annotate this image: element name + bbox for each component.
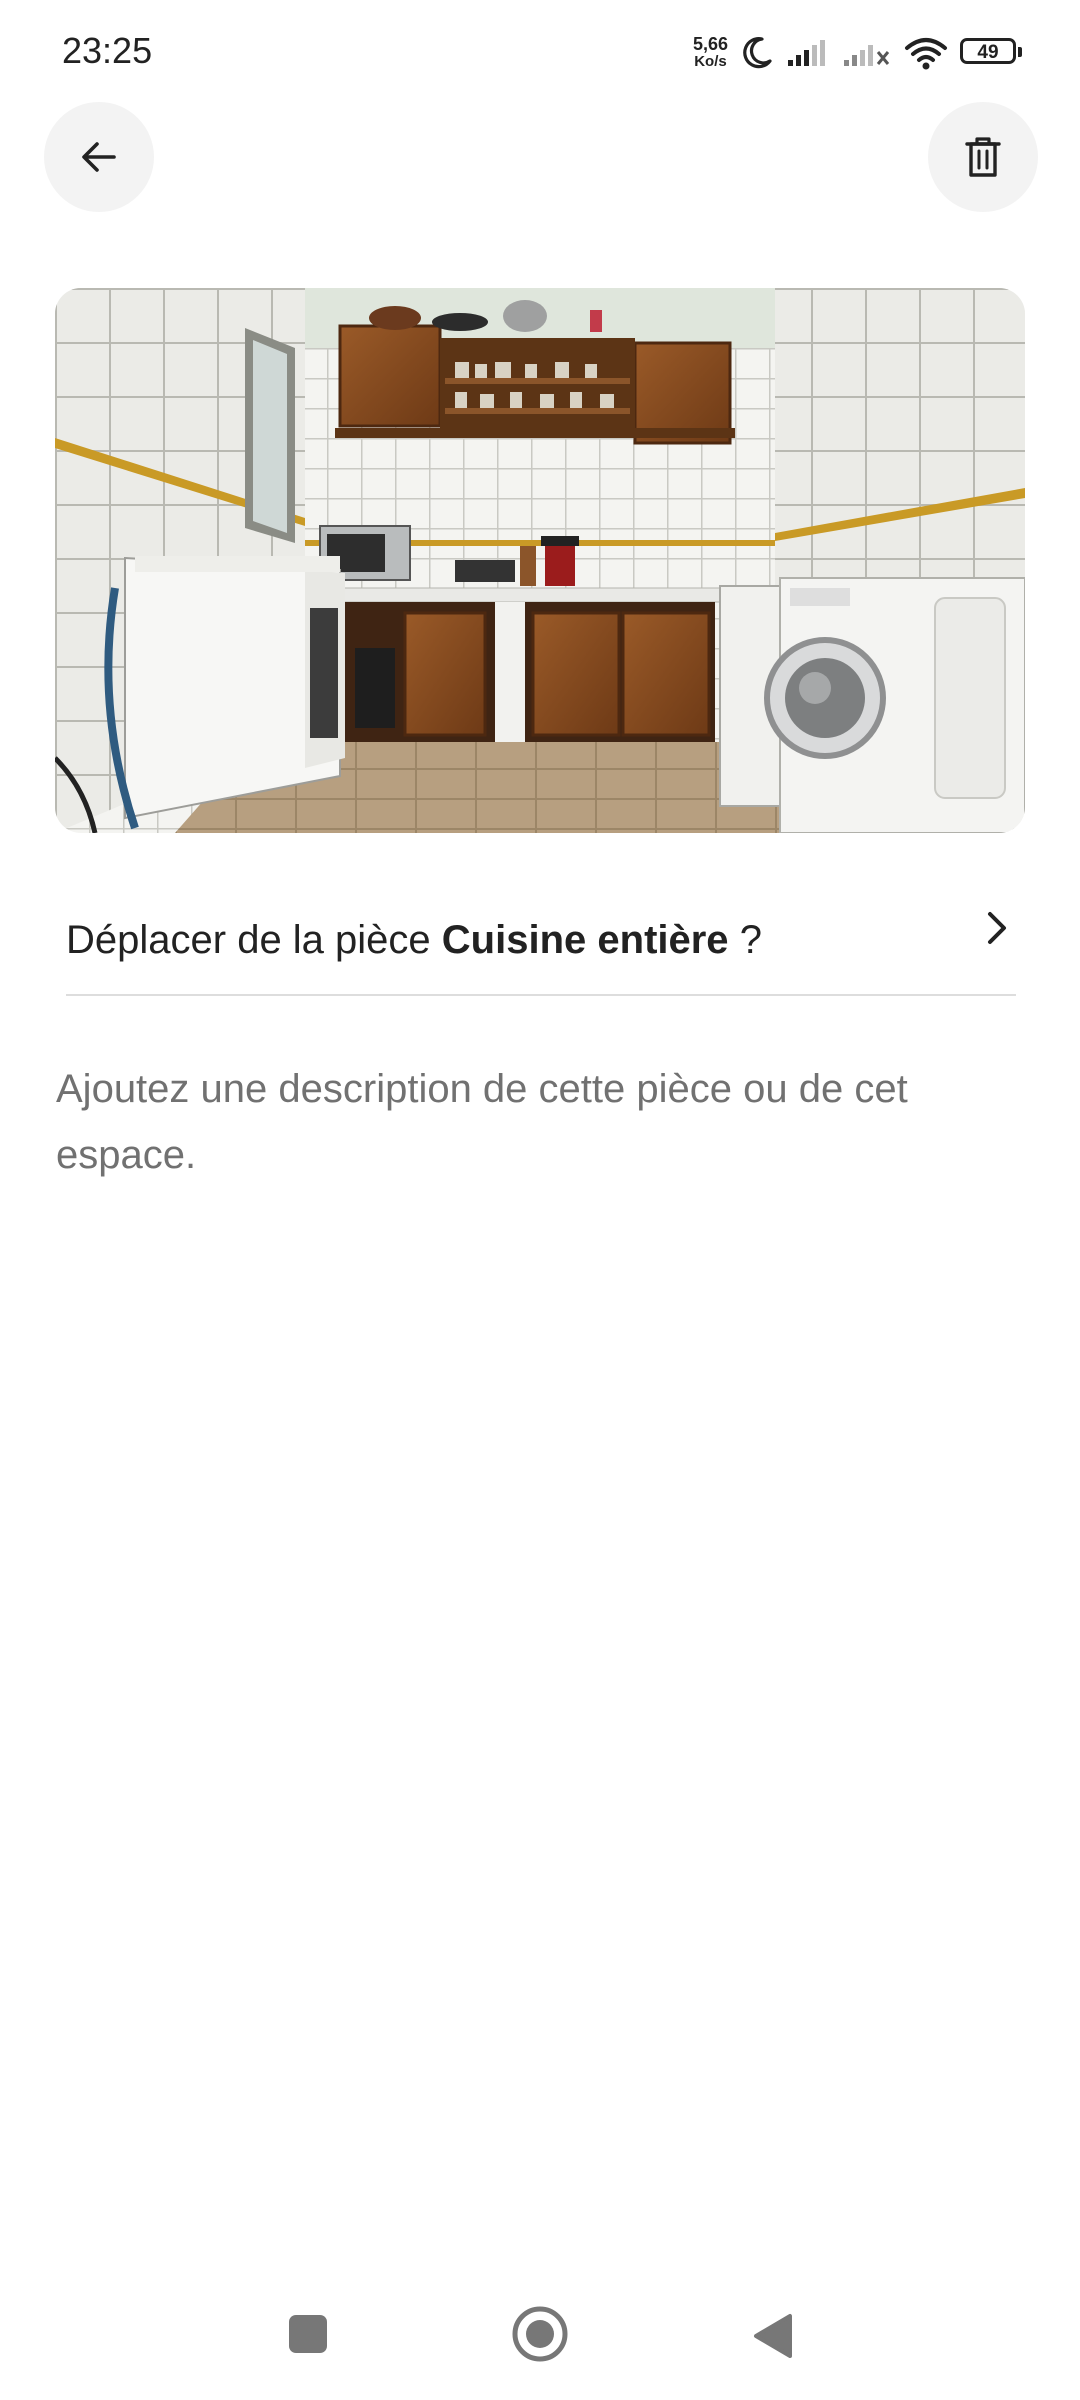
network-speed: 5,66 Ko/s (693, 35, 728, 71)
battery-icon: 49 (960, 38, 1024, 68)
chevron-right-icon (988, 912, 1006, 944)
network-speed-unit: Ko/s (694, 53, 727, 70)
signal-icon (788, 40, 825, 66)
arrow-left-icon (82, 142, 116, 172)
move-room-suffix: ? (739, 917, 762, 962)
battery-level: 49 (977, 42, 999, 63)
signal-no-service-icon (844, 45, 890, 66)
network-speed-value: 5,66 (692, 34, 728, 54)
wifi-icon (905, 38, 947, 70)
recent-apps-icon[interactable] (286, 2312, 330, 2356)
move-room-row[interactable]: Déplacer de la pièce Cuisine entière ? (66, 886, 1016, 996)
move-room-prefix: Déplacer de la pièce (66, 917, 431, 962)
status-bar: 23:25 5,66 Ko/s 49 (0, 0, 1080, 100)
back-icon[interactable] (752, 2312, 794, 2360)
back-button[interactable] (44, 102, 154, 212)
moon-icon (743, 37, 772, 69)
status-indicators: 5,66 Ko/s 49 (693, 28, 1024, 78)
photo-edit-screen: 23:25 5,66 Ko/s 49 Déplacer de la pièce … (0, 0, 1080, 2400)
move-room-text: Déplacer de la pièce Cuisine entière ? (66, 918, 762, 963)
room-name: Cuisine entière (441, 917, 729, 962)
kitchen-photo[interactable] (55, 288, 1025, 833)
navigation-bar (0, 2290, 1080, 2390)
kitchen-photo-image (55, 288, 1025, 833)
delete-photo-button[interactable] (928, 102, 1038, 212)
trash-icon (965, 137, 1001, 177)
status-time: 23:25 (62, 30, 153, 71)
description-field[interactable]: Ajoutez une description de cette pièce o… (56, 1056, 1016, 1188)
home-icon[interactable] (510, 2304, 570, 2364)
